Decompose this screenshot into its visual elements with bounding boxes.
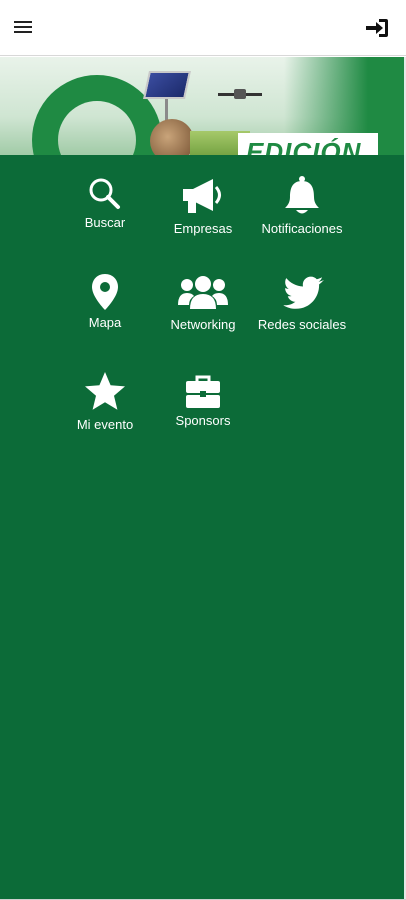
menu-item-label: Networking (170, 317, 236, 332)
banner-swirl-graphic (32, 75, 162, 157)
briefcase-icon (186, 375, 220, 408)
event-banner-image: EDICIÓN (0, 57, 404, 157)
menu-item-buscar[interactable]: Buscar (50, 177, 160, 230)
banner-heading: EDICIÓN (246, 137, 362, 157)
menu-item-label: Notificaciones (261, 221, 343, 236)
search-icon (89, 178, 120, 209)
menu-item-label: Buscar (84, 215, 126, 230)
menu-item-label: Empresas (173, 221, 233, 236)
star-icon (85, 372, 125, 410)
top-app-bar (0, 0, 406, 56)
users-icon (178, 276, 228, 309)
megaphone-icon (183, 179, 221, 213)
menu-item-notificaciones[interactable]: Notificaciones (247, 175, 357, 236)
menu-item-redes-sociales[interactable]: Redes sociales (247, 275, 357, 332)
hamburger-menu-icon[interactable] (14, 18, 36, 38)
menu-item-label: Redes sociales (257, 317, 347, 332)
menu-item-mi-evento[interactable]: Mi evento (50, 371, 160, 432)
menu-item-label: Mi evento (76, 417, 134, 432)
menu-item-label: Mapa (88, 315, 122, 330)
twitter-icon (283, 276, 324, 309)
bell-icon (285, 176, 319, 214)
main-menu-panel: Buscar Empresas Notificaciones Mapa Netw… (0, 155, 404, 899)
menu-item-mapa[interactable]: Mapa (50, 273, 160, 330)
solar-panel-graphic (143, 71, 191, 99)
banner-photo-circle (150, 119, 194, 157)
menu-item-sponsors[interactable]: Sponsors (148, 375, 258, 428)
map-marker-icon (92, 274, 118, 310)
menu-item-empresas[interactable]: Empresas (148, 175, 258, 236)
menu-item-networking[interactable]: Networking (148, 275, 258, 332)
drone-graphic (218, 89, 262, 101)
menu-item-label: Sponsors (175, 413, 231, 428)
sign-in-icon[interactable] (364, 16, 390, 40)
